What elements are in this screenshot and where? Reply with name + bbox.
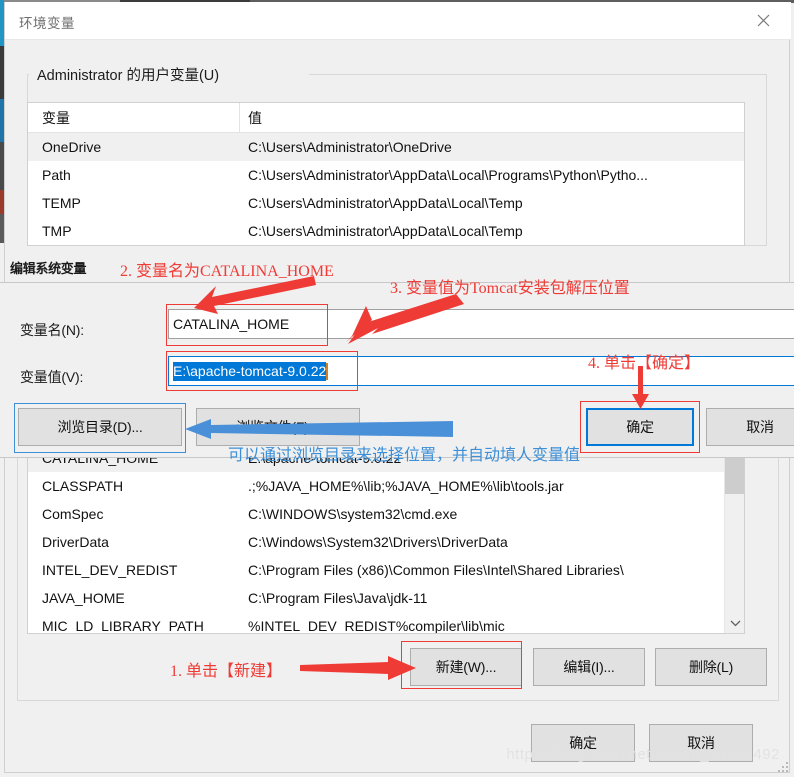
cell-value: C:\Users\Administrator\AppData\Local\Pro… (248, 167, 648, 183)
cell-name: TMP (42, 223, 72, 239)
cell-name: DriverData (42, 534, 109, 550)
column-header-name[interactable]: 变量 (28, 103, 240, 132)
chevron-down-icon[interactable] (725, 613, 744, 633)
variable-value-input-text: E:\apache-tomcat-9.0.22 (173, 361, 327, 381)
list-item[interactable]: CATALINA_HOME E:\apache-tomcat-9.0.22 (28, 457, 725, 472)
screenshot-root: 环境变量 Administrator 的用户变量(U) 变量 值 OneDriv… (0, 0, 794, 777)
cell-value: C:\Program Files\Java\jdk-11 (248, 590, 428, 606)
list-item[interactable]: ComSpec C:\WINDOWS\system32\cmd.exe (28, 500, 725, 528)
column-header-value[interactable]: 值 (240, 103, 744, 132)
cell-value: E:\apache-tomcat-9.0.22 (248, 457, 402, 466)
cell-value: C:\Users\Administrator\AppData\Local\Tem… (248, 195, 523, 211)
delete-button[interactable]: 删除(L) (655, 648, 767, 686)
cell-name: Path (42, 167, 71, 183)
cell-name: CLASSPATH (42, 478, 124, 494)
browse-file-button[interactable]: 浏览文件(F)... (196, 408, 360, 446)
variable-name-label: 变量名(N): (20, 322, 84, 338)
cell-name: ComSpec (42, 506, 104, 522)
list-item[interactable]: JAVA_HOME C:\Program Files\Java\jdk-11 (28, 584, 725, 612)
cell-name: CATALINA_HOME (42, 457, 159, 466)
browse-directory-button[interactable]: 浏览目录(D)... (18, 408, 182, 446)
user-variables-legend: Administrator 的用户变量(U) (33, 64, 224, 85)
list-item[interactable]: CLASSPATH .;%JAVA_HOME%\lib;%JAVA_HOME%\… (28, 472, 725, 500)
cell-name: JAVA_HOME (42, 590, 125, 606)
cell-value: %INTEL_DEV_REDIST%compiler\lib\mic (248, 618, 505, 634)
cell-value: C:\WINDOWS\system32\cmd.exe (248, 506, 458, 522)
cancel-button[interactable]: 取消 (649, 724, 753, 762)
cell-value: E:\Webstrom\WebStorm 2019.1\bin; (240, 245, 744, 246)
window-titlebar: 环境变量 (5, 2, 791, 40)
table-header: 变量 值 (28, 103, 744, 133)
table-row[interactable]: Path C:\Users\Administrator\AppData\Loca… (28, 161, 744, 189)
close-glyph (757, 14, 769, 26)
list-item[interactable]: INTEL_DEV_REDIST C:\Program Files (x86)\… (28, 556, 725, 584)
cell-name: TEMP (42, 195, 81, 211)
ok-button[interactable]: 确定 (531, 724, 635, 762)
cell-value: .;%JAVA_HOME%\lib;%JAVA_HOME%\lib\tools.… (248, 478, 564, 494)
cell-value: C:\Users\Administrator\OneDrive (248, 139, 452, 155)
cell-name: OneDrive (42, 139, 102, 155)
window-title: 环境变量 (19, 16, 75, 31)
list-item[interactable]: DriverData C:\Windows\System32\Drivers\D… (28, 528, 725, 556)
user-variables-table[interactable]: 变量 值 OneDrive C:\Users\Administrator\One… (27, 102, 745, 246)
edit-button[interactable]: 编辑(I)... (533, 648, 645, 686)
variable-value-label: 变量值(V): (20, 369, 84, 385)
system-variables-list[interactable]: CATALINA_HOME E:\apache-tomcat-9.0.22 CL… (27, 457, 745, 634)
table-row[interactable]: WebStorm E:\Webstrom\WebStorm 2019.1\bin… (28, 245, 744, 246)
variable-name-input[interactable]: CATALINA_HOME (168, 309, 794, 339)
cell-name: INTEL_DEV_REDIST (42, 562, 178, 578)
table-row[interactable]: TMP C:\Users\Administrator\AppData\Local… (28, 217, 744, 245)
cell-name: MIC_LD_LIBRARY_PATH (42, 618, 204, 634)
close-icon[interactable] (741, 4, 785, 36)
text-caret (326, 362, 329, 380)
scrollbar-thumb[interactable] (725, 458, 744, 494)
resize-grip[interactable] (778, 762, 790, 774)
cell-value: C:\Windows\System32\Drivers\DriverData (248, 534, 508, 550)
cell-name: WebStorm (28, 245, 240, 246)
cell-value: C:\Program Files (x86)\Common Files\Inte… (248, 562, 624, 578)
cell-value: C:\Users\Administrator\AppData\Local\Tem… (248, 223, 523, 239)
variable-value-input[interactable]: E:\apache-tomcat-9.0.22 (168, 356, 794, 386)
table-row[interactable]: OneDrive C:\Users\Administrator\OneDrive (28, 133, 744, 161)
edit-dialog-cancel-button[interactable]: 取消 (706, 408, 794, 446)
system-rows-viewport: CATALINA_HOME E:\apache-tomcat-9.0.22 CL… (28, 457, 725, 634)
chevron-down-glyph (730, 620, 740, 626)
new-button[interactable]: 新建(W)... (410, 648, 522, 686)
table-row[interactable]: TEMP C:\Users\Administrator\AppData\Loca… (28, 189, 744, 217)
edit-dialog-ok-button[interactable]: 确定 (586, 408, 694, 446)
edit-dialog-title: 编辑系统变量 (10, 261, 87, 276)
variable-name-input-text: CATALINA_HOME (173, 316, 290, 332)
list-scrollbar[interactable] (724, 458, 744, 633)
list-item[interactable]: MIC_LD_LIBRARY_PATH %INTEL_DEV_REDIST%co… (28, 612, 725, 634)
